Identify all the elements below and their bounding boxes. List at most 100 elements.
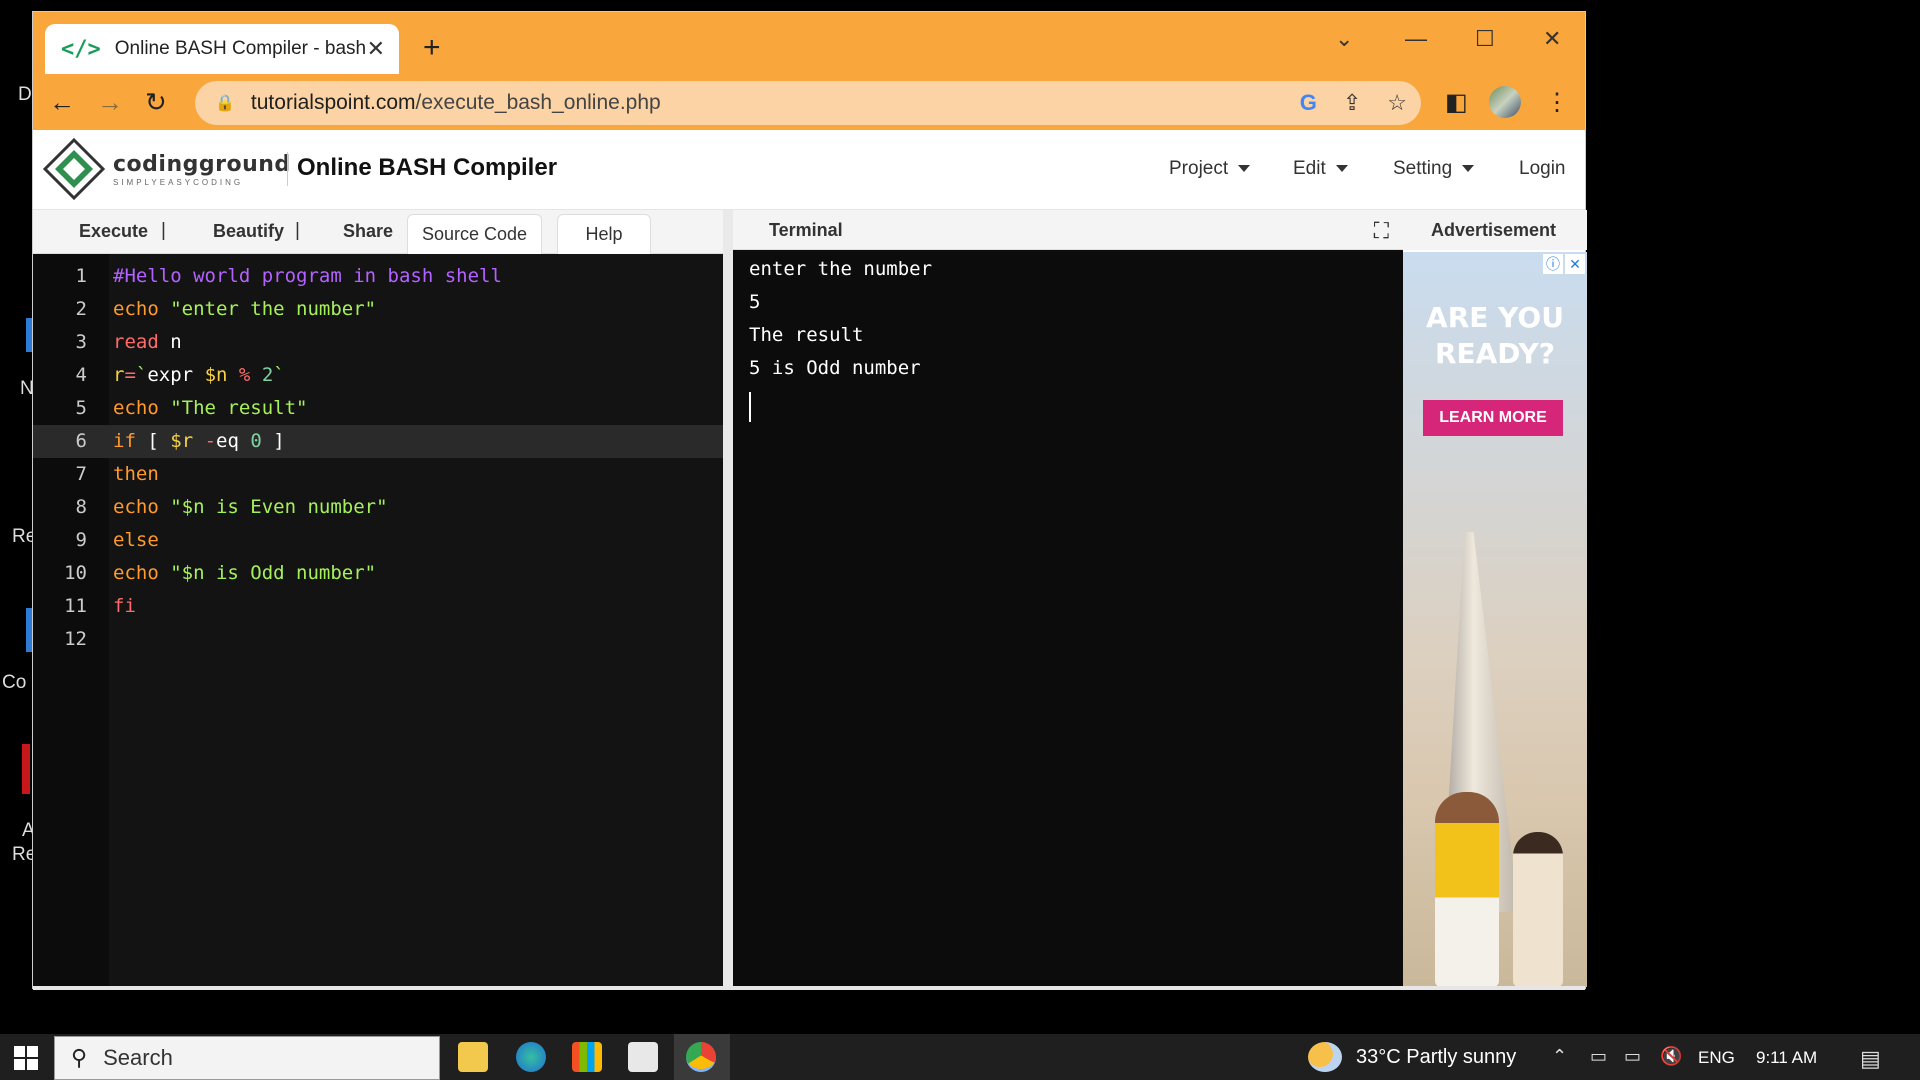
execute-button[interactable]: Execute — [79, 221, 148, 242]
codingground-logo[interactable] — [43, 138, 105, 200]
editor-toolbar: Execute | Beautify | Share Source Code H… — [33, 210, 730, 254]
fullscreen-icon[interactable]: ⛶ — [1374, 218, 1389, 244]
line-number: 4 — [75, 364, 87, 386]
header-divider — [287, 152, 288, 186]
google-lens-icon[interactable]: G — [1300, 90, 1317, 116]
back-icon[interactable]: ← — [49, 88, 75, 116]
clock[interactable]: 9:11 AM — [1756, 1048, 1817, 1068]
code-text: read n — [113, 331, 182, 353]
menu-project[interactable]: Project — [1169, 158, 1251, 180]
login-link[interactable]: Login — [1519, 158, 1566, 180]
terminal-cursor — [749, 392, 751, 422]
close-tab-icon[interactable]: ✕ — [367, 36, 385, 62]
ad-close-icon[interactable]: ✕ — [1565, 254, 1585, 274]
bookmark-star-icon[interactable]: ☆ — [1387, 90, 1407, 116]
maximize-icon[interactable]: ☐ — [1475, 26, 1495, 52]
windows-start-icon[interactable] — [14, 1046, 38, 1070]
tab-help[interactable]: Help — [557, 214, 651, 254]
url-path: /execute_bash_online.php — [415, 91, 661, 114]
meet-now-icon[interactable]: ▭ — [1590, 1046, 1607, 1067]
code-line[interactable]: 3 read n — [33, 326, 723, 359]
code-line-active[interactable]: 6 if [ $r -eq 0 ] — [33, 425, 723, 458]
code-text: then — [113, 463, 159, 485]
menu-setting[interactable]: Setting — [1393, 158, 1475, 180]
pane-splitter[interactable] — [723, 210, 733, 988]
advertisement-header: Advertisement — [1403, 210, 1587, 250]
tab-search-icon[interactable]: ⌄ — [1335, 26, 1353, 52]
terminal-output[interactable]: enter the number 5 The result 5 is Odd n… — [733, 250, 1403, 988]
ad-headline-line: READY? — [1434, 337, 1556, 370]
toolbar-separator: | — [295, 220, 300, 241]
code-line[interactable]: 1 #Hello world program in bash shell — [33, 260, 723, 293]
line-number: 9 — [75, 529, 87, 551]
ad-learn-more-button[interactable]: LEARN MORE — [1423, 400, 1563, 436]
line-number: 8 — [75, 496, 87, 518]
weather-icon[interactable] — [1308, 1042, 1342, 1072]
code-text: echo "The result" — [113, 397, 308, 419]
beautify-button[interactable]: Beautify — [213, 221, 284, 242]
code-line[interactable]: 11 fi — [33, 590, 723, 623]
logo-tagline: SIMPLYEASYCODING — [113, 178, 244, 187]
code-line[interactable]: 4 r=`expr $n % 2` — [33, 359, 723, 392]
address-bar[interactable]: 🔒 tutorialspoint.com/execute_bash_online… — [195, 81, 1421, 125]
taskbar-search[interactable]: ⚲ Search — [54, 1036, 440, 1080]
code-line[interactable]: 2 echo "enter the number" — [33, 293, 723, 326]
terminal-line: 5 — [749, 291, 761, 313]
line-number: 1 — [75, 265, 87, 287]
mail-icon[interactable] — [628, 1042, 658, 1072]
line-number: 5 — [75, 397, 87, 419]
store-icon[interactable] — [572, 1042, 602, 1072]
search-placeholder: Search — [103, 1045, 173, 1070]
menu-edit[interactable]: Edit — [1293, 158, 1348, 180]
share-button[interactable]: Share — [343, 221, 393, 242]
code-line[interactable]: 8 echo "$n is Even number" — [33, 491, 723, 524]
lock-icon[interactable]: 🔒 — [215, 93, 235, 113]
code-text: if [ $r -eq 0 ] — [113, 430, 285, 452]
tab-source-code[interactable]: Source Code — [407, 214, 543, 254]
code-editor[interactable]: 1 #Hello world program in bash shell 2 e… — [33, 254, 723, 986]
weather-text[interactable]: 33°C Partly sunny — [1356, 1046, 1516, 1069]
edge-browser-icon[interactable] — [516, 1042, 546, 1072]
line-number: 10 — [64, 562, 87, 584]
code-line[interactable]: 12 — [33, 623, 723, 656]
caret-down-icon — [1462, 165, 1475, 173]
share-icon[interactable]: ⇪ — [1343, 90, 1361, 116]
line-number: 6 — [75, 430, 87, 452]
terminal-header: Terminal ⛶ — [733, 210, 1403, 250]
terminal-line: enter the number — [749, 258, 933, 280]
ad-info-icon[interactable]: ⓘ — [1543, 254, 1563, 274]
omnibox-actions: G ⇪ ☆ — [1300, 90, 1407, 116]
url-text: tutorialspoint.com/execute_bash_online.p… — [251, 91, 661, 115]
forward-icon[interactable]: → — [97, 88, 123, 116]
language-indicator[interactable]: ENG — [1698, 1048, 1735, 1068]
chrome-icon[interactable] — [686, 1042, 716, 1072]
battery-icon[interactable]: ▭ — [1624, 1046, 1641, 1067]
code-line[interactable]: 5 echo "The result" — [33, 392, 723, 425]
menu-setting-label: Setting — [1393, 158, 1453, 179]
browser-tab[interactable]: </> Online BASH Compiler - bash ✕ — [45, 24, 399, 74]
code-line[interactable]: 9 else — [33, 524, 723, 557]
profile-avatar[interactable] — [1489, 86, 1521, 118]
side-panel-icon[interactable]: ◧ — [1445, 88, 1468, 117]
desktop-icon[interactable] — [22, 744, 30, 794]
code-text: else — [113, 529, 159, 551]
ad-choices: ⓘ ✕ — [1543, 254, 1585, 274]
code-text: #Hello world program in bash shell — [113, 265, 502, 287]
menu-kebab-icon[interactable]: ⋮ — [1545, 88, 1569, 117]
file-explorer-icon[interactable] — [458, 1042, 488, 1072]
reload-icon[interactable]: ↻ — [145, 88, 167, 116]
close-window-icon[interactable]: ✕ — [1543, 26, 1561, 52]
url-host: tutorialspoint.com — [250, 91, 416, 114]
minimize-icon[interactable]: — — [1405, 26, 1427, 52]
show-hidden-icons-icon[interactable]: ⌃ — [1552, 1046, 1567, 1067]
notifications-icon[interactable]: ▤ — [1860, 1046, 1881, 1072]
volume-muted-icon[interactable]: 🔇 — [1660, 1046, 1682, 1067]
code-line[interactable]: 10 echo "$n is Odd number" — [33, 557, 723, 590]
new-tab-icon[interactable]: + — [423, 33, 441, 63]
ad-image-person — [1513, 832, 1563, 987]
advertisement-banner[interactable]: ⓘ ✕ ARE YOU READY? LEARN MORE — [1403, 252, 1587, 987]
desktop-fragment: D — [18, 84, 32, 105]
menu-edit-label: Edit — [1293, 158, 1326, 179]
code-line[interactable]: 7 then — [33, 458, 723, 491]
logo-wordmark: codingground — [113, 152, 291, 177]
